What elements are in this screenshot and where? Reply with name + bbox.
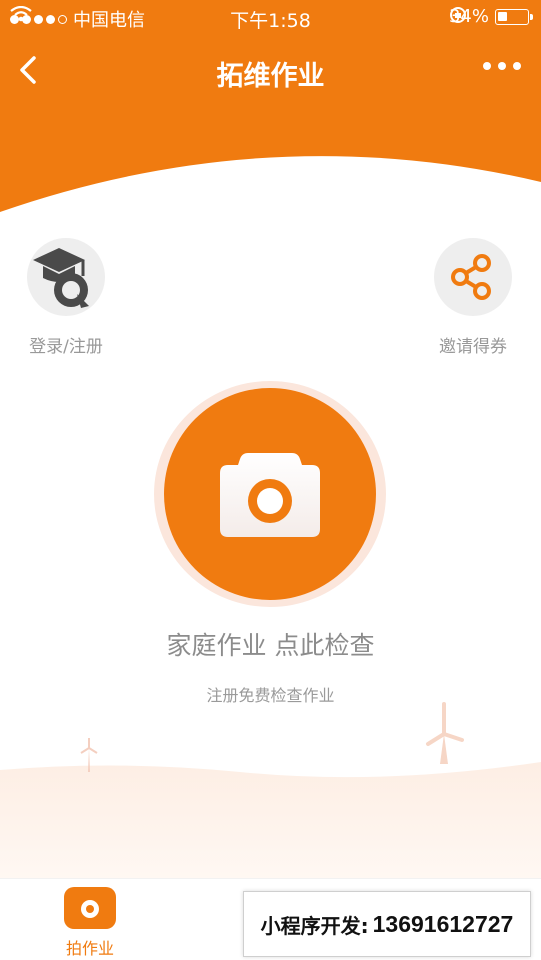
tab-camera-icon [64, 887, 116, 929]
hills-scenery [0, 702, 541, 880]
graduation-cap-icon [33, 248, 89, 308]
login-icon-circle [27, 238, 105, 316]
battery-fill [498, 11, 507, 21]
chevron-left-icon [20, 56, 36, 84]
battery-icon [495, 8, 533, 25]
back-button[interactable] [12, 50, 48, 90]
invite-icon-circle [434, 238, 512, 316]
login-register-label: 登录/注册 [29, 337, 103, 357]
more-dots-icon [483, 62, 491, 70]
navigation-bar: 拓维作业 [0, 44, 541, 100]
invite-label: 邀请得券 [439, 337, 507, 357]
invite-button[interactable]: 邀请得券 [425, 238, 521, 357]
windmill-icon-large [426, 702, 464, 764]
check-homework-title[interactable]: 家庭作业 点此检查 [0, 626, 541, 662]
promo-label: 小程序开发: [260, 913, 369, 938]
share-icon [451, 254, 491, 300]
camera-button-inner [164, 388, 376, 600]
rotation-lock-icon [449, 7, 466, 23]
page-title: 拓维作业 [216, 61, 325, 92]
promo-phone: 13691612727 [372, 910, 514, 937]
tab-label: 拍作业 [65, 939, 114, 958]
tab-photo-homework[interactable]: 拍作业 [40, 887, 140, 959]
status-bar: 中国电信 下午1:58 34% [0, 0, 541, 36]
promo-watermark: 小程序开发: 13691612727 [243, 891, 531, 957]
login-register-button[interactable]: 登录/注册 [18, 238, 114, 357]
camera-icon [81, 900, 99, 918]
header: 中国电信 下午1:58 34% 拓维作业 [0, 0, 541, 215]
camera-icon [220, 453, 320, 537]
more-button[interactable] [483, 62, 521, 70]
check-homework-camera-button[interactable] [154, 381, 386, 607]
